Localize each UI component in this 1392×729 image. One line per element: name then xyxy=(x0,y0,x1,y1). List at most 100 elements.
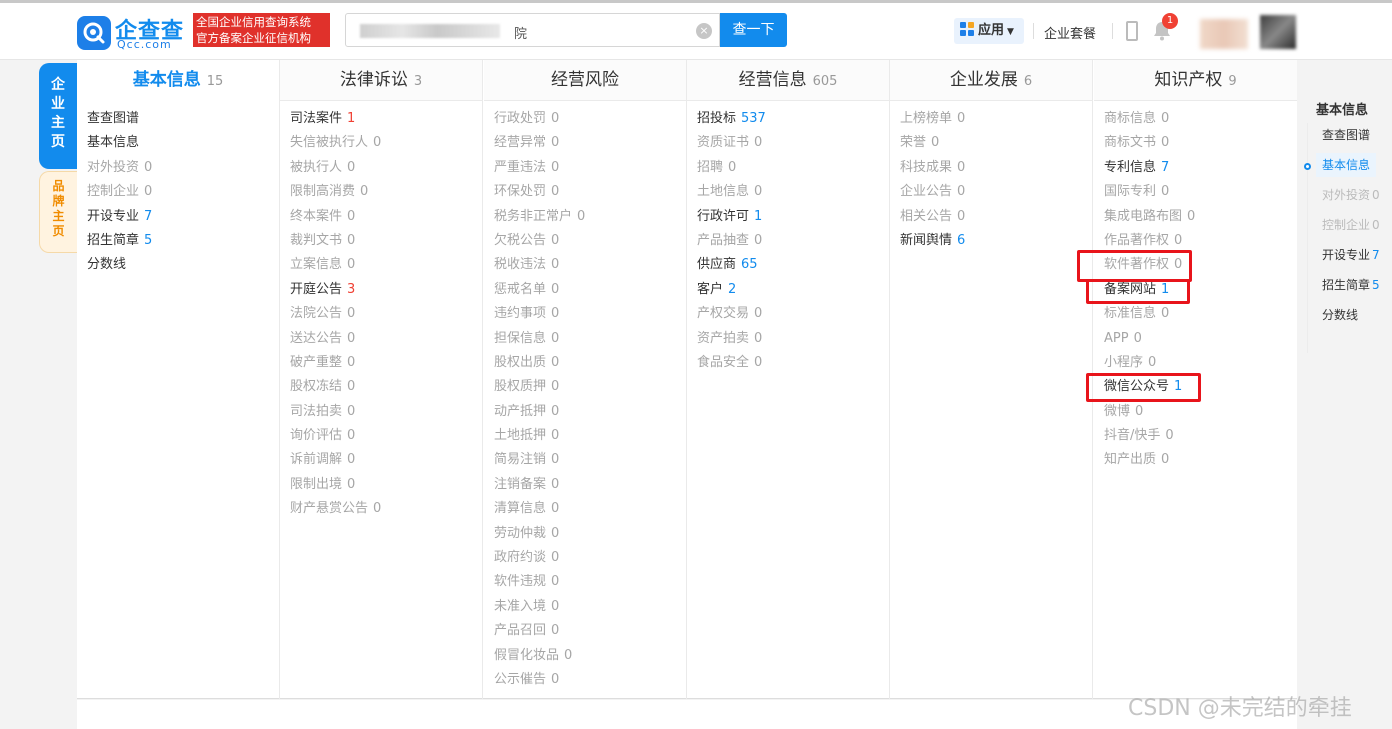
list-item[interactable]: 裁判文书 0 xyxy=(290,231,482,255)
item-label: 知产出质 xyxy=(1104,452,1157,468)
logo[interactable]: 企查查 Qcc.com xyxy=(77,14,190,51)
list-item[interactable]: 国际专利 0 xyxy=(1104,182,1297,206)
list-item[interactable]: 股权出质 0 xyxy=(494,353,686,377)
list-item[interactable]: 新闻舆情 6 xyxy=(900,231,1092,255)
list-item[interactable]: 欠税公告 0 xyxy=(494,231,686,255)
list-item[interactable]: 分数线 xyxy=(87,255,279,279)
list-item[interactable]: 法院公告 0 xyxy=(290,304,482,328)
mobile-phone-icon[interactable] xyxy=(1126,21,1138,41)
list-item[interactable]: 公示催告 0 xyxy=(494,670,686,694)
list-item[interactable]: 失信被执行人 0 xyxy=(290,133,482,157)
right-nav-item[interactable]: 控制企业 0 xyxy=(1316,213,1386,237)
list-item[interactable]: 股权质押 0 xyxy=(494,377,686,401)
list-item[interactable]: 劳动仲裁 0 xyxy=(494,524,686,548)
list-item[interactable]: 限制高消费 0 xyxy=(290,182,482,206)
list-item[interactable]: 产权交易 0 xyxy=(697,304,889,328)
right-nav-item[interactable]: 开设专业 7 xyxy=(1316,243,1386,267)
list-item[interactable]: 供应商 65 xyxy=(697,255,889,279)
list-item[interactable]: 司法拍卖 0 xyxy=(290,402,482,426)
list-item[interactable]: 标准信息 0 xyxy=(1104,304,1297,328)
list-item[interactable]: 控制企业 0 xyxy=(87,182,279,206)
list-item[interactable]: 税务非正常户 0 xyxy=(494,207,686,231)
list-item[interactable]: 未准入境 0 xyxy=(494,597,686,621)
list-item[interactable]: 招聘 0 xyxy=(697,158,889,182)
tab-category[interactable]: 知识产权 9 xyxy=(1094,60,1297,101)
list-item[interactable]: 送达公告 0 xyxy=(290,329,482,353)
list-item[interactable]: 诉前调解 0 xyxy=(290,450,482,474)
tab-category[interactable]: 经营风险 xyxy=(484,60,686,101)
list-item[interactable]: 限制出境 0 xyxy=(290,475,482,499)
list-item[interactable]: 知产出质 0 xyxy=(1104,450,1297,474)
list-item[interactable]: 财产悬赏公告 0 xyxy=(290,499,482,523)
list-item[interactable]: 抖音/快手 0 xyxy=(1104,426,1297,450)
list-item[interactable]: 招投标 537 xyxy=(697,109,889,133)
right-nav-item[interactable]: 查查图谱 xyxy=(1316,123,1376,147)
list-item[interactable]: 土地信息 0 xyxy=(697,182,889,206)
right-nav-item[interactable]: 对外投资 0 xyxy=(1316,183,1386,207)
list-item[interactable]: 简易注销 0 xyxy=(494,450,686,474)
search-input[interactable]: 院 × xyxy=(345,13,720,47)
list-item[interactable]: 食品安全 0 xyxy=(697,353,889,377)
list-item[interactable]: 开庭公告 3 xyxy=(290,280,482,304)
list-item[interactable]: 招生简章 5 xyxy=(87,231,279,255)
list-item[interactable]: 商标信息 0 xyxy=(1104,109,1297,133)
list-item[interactable]: 清算信息 0 xyxy=(494,499,686,523)
list-item[interactable]: 微博 0 xyxy=(1104,402,1297,426)
right-nav-item[interactable]: 招生简章 5 xyxy=(1316,273,1386,297)
list-item[interactable]: 询价评估 0 xyxy=(290,426,482,450)
list-item[interactable]: 上榜榜单 0 xyxy=(900,109,1092,133)
list-item[interactable]: 对外投资 0 xyxy=(87,158,279,182)
list-item[interactable]: 基本信息 xyxy=(87,133,279,157)
list-item[interactable]: 资产拍卖 0 xyxy=(697,329,889,353)
list-item[interactable]: 司法案件 1 xyxy=(290,109,482,133)
tab-category[interactable]: 法律诉讼 3 xyxy=(280,60,482,101)
list-item[interactable]: 集成电路布图 0 xyxy=(1104,207,1297,231)
list-item[interactable]: 土地抵押 0 xyxy=(494,426,686,450)
list-item[interactable]: 环保处罚 0 xyxy=(494,182,686,206)
list-item[interactable]: 假冒化妆品 0 xyxy=(494,646,686,670)
list-item[interactable]: 荣誉 0 xyxy=(900,133,1092,157)
list-item[interactable]: 客户 2 xyxy=(697,280,889,304)
list-item[interactable]: 科技成果 0 xyxy=(900,158,1092,182)
clear-icon[interactable]: × xyxy=(696,23,712,39)
list-item[interactable]: 商标文书 0 xyxy=(1104,133,1297,157)
category-item-list: 查查图谱 基本信息 对外投资 0 控制企业 0 开设专业 7 招生简章 5 分数线 xyxy=(77,101,279,280)
search-button[interactable]: 查一下 xyxy=(720,13,787,47)
list-item[interactable]: 查查图谱 xyxy=(87,109,279,133)
list-item[interactable]: 政府约谈 0 xyxy=(494,548,686,572)
list-item[interactable]: 担保信息 0 xyxy=(494,329,686,353)
list-item[interactable]: 软件违规 0 xyxy=(494,572,686,596)
list-item[interactable]: 惩戒名单 0 xyxy=(494,280,686,304)
tab-category[interactable]: 基本信息 15 xyxy=(77,60,279,101)
list-item[interactable]: 注销备案 0 xyxy=(494,475,686,499)
list-item[interactable]: 开设专业 7 xyxy=(87,207,279,231)
right-nav-item[interactable]: 分数线 xyxy=(1316,303,1364,327)
list-item[interactable]: 股权冻结 0 xyxy=(290,377,482,401)
tab-company-home[interactable]: 企 业 主 页 xyxy=(39,63,77,169)
list-item[interactable]: 产品召回 0 xyxy=(494,621,686,645)
list-item[interactable]: 企业公告 0 xyxy=(900,182,1092,206)
list-item[interactable]: 相关公告 0 xyxy=(900,207,1092,231)
tab-brand-home[interactable]: 品 牌 主 页 xyxy=(39,171,77,253)
tab-category[interactable]: 企业发展 6 xyxy=(890,60,1092,101)
list-item[interactable]: 破产重整 0 xyxy=(290,353,482,377)
right-nav-item[interactable]: 基本信息 xyxy=(1316,153,1377,177)
list-item[interactable]: 经营异常 0 xyxy=(494,133,686,157)
enterprise-package-link[interactable]: 企业套餐 xyxy=(1044,23,1096,42)
tab-category[interactable]: 经营信息 605 xyxy=(687,60,889,101)
avatar[interactable] xyxy=(1260,15,1296,49)
list-item[interactable]: 终本案件 0 xyxy=(290,207,482,231)
list-item[interactable]: 行政许可 1 xyxy=(697,207,889,231)
list-item[interactable]: 产品抽查 0 xyxy=(697,231,889,255)
app-menu-button[interactable]: 应用 ▼ xyxy=(954,18,1024,44)
list-item[interactable]: 资质证书 0 xyxy=(697,133,889,157)
list-item[interactable]: 行政处罚 0 xyxy=(494,109,686,133)
list-item[interactable]: 动产抵押 0 xyxy=(494,402,686,426)
list-item[interactable]: APP 0 xyxy=(1104,329,1297,353)
list-item[interactable]: 税收违法 0 xyxy=(494,255,686,279)
list-item[interactable]: 立案信息 0 xyxy=(290,255,482,279)
list-item[interactable]: 违约事项 0 xyxy=(494,304,686,328)
list-item[interactable]: 被执行人 0 xyxy=(290,158,482,182)
list-item[interactable]: 严重违法 0 xyxy=(494,158,686,182)
list-item[interactable]: 专利信息 7 xyxy=(1104,158,1297,182)
